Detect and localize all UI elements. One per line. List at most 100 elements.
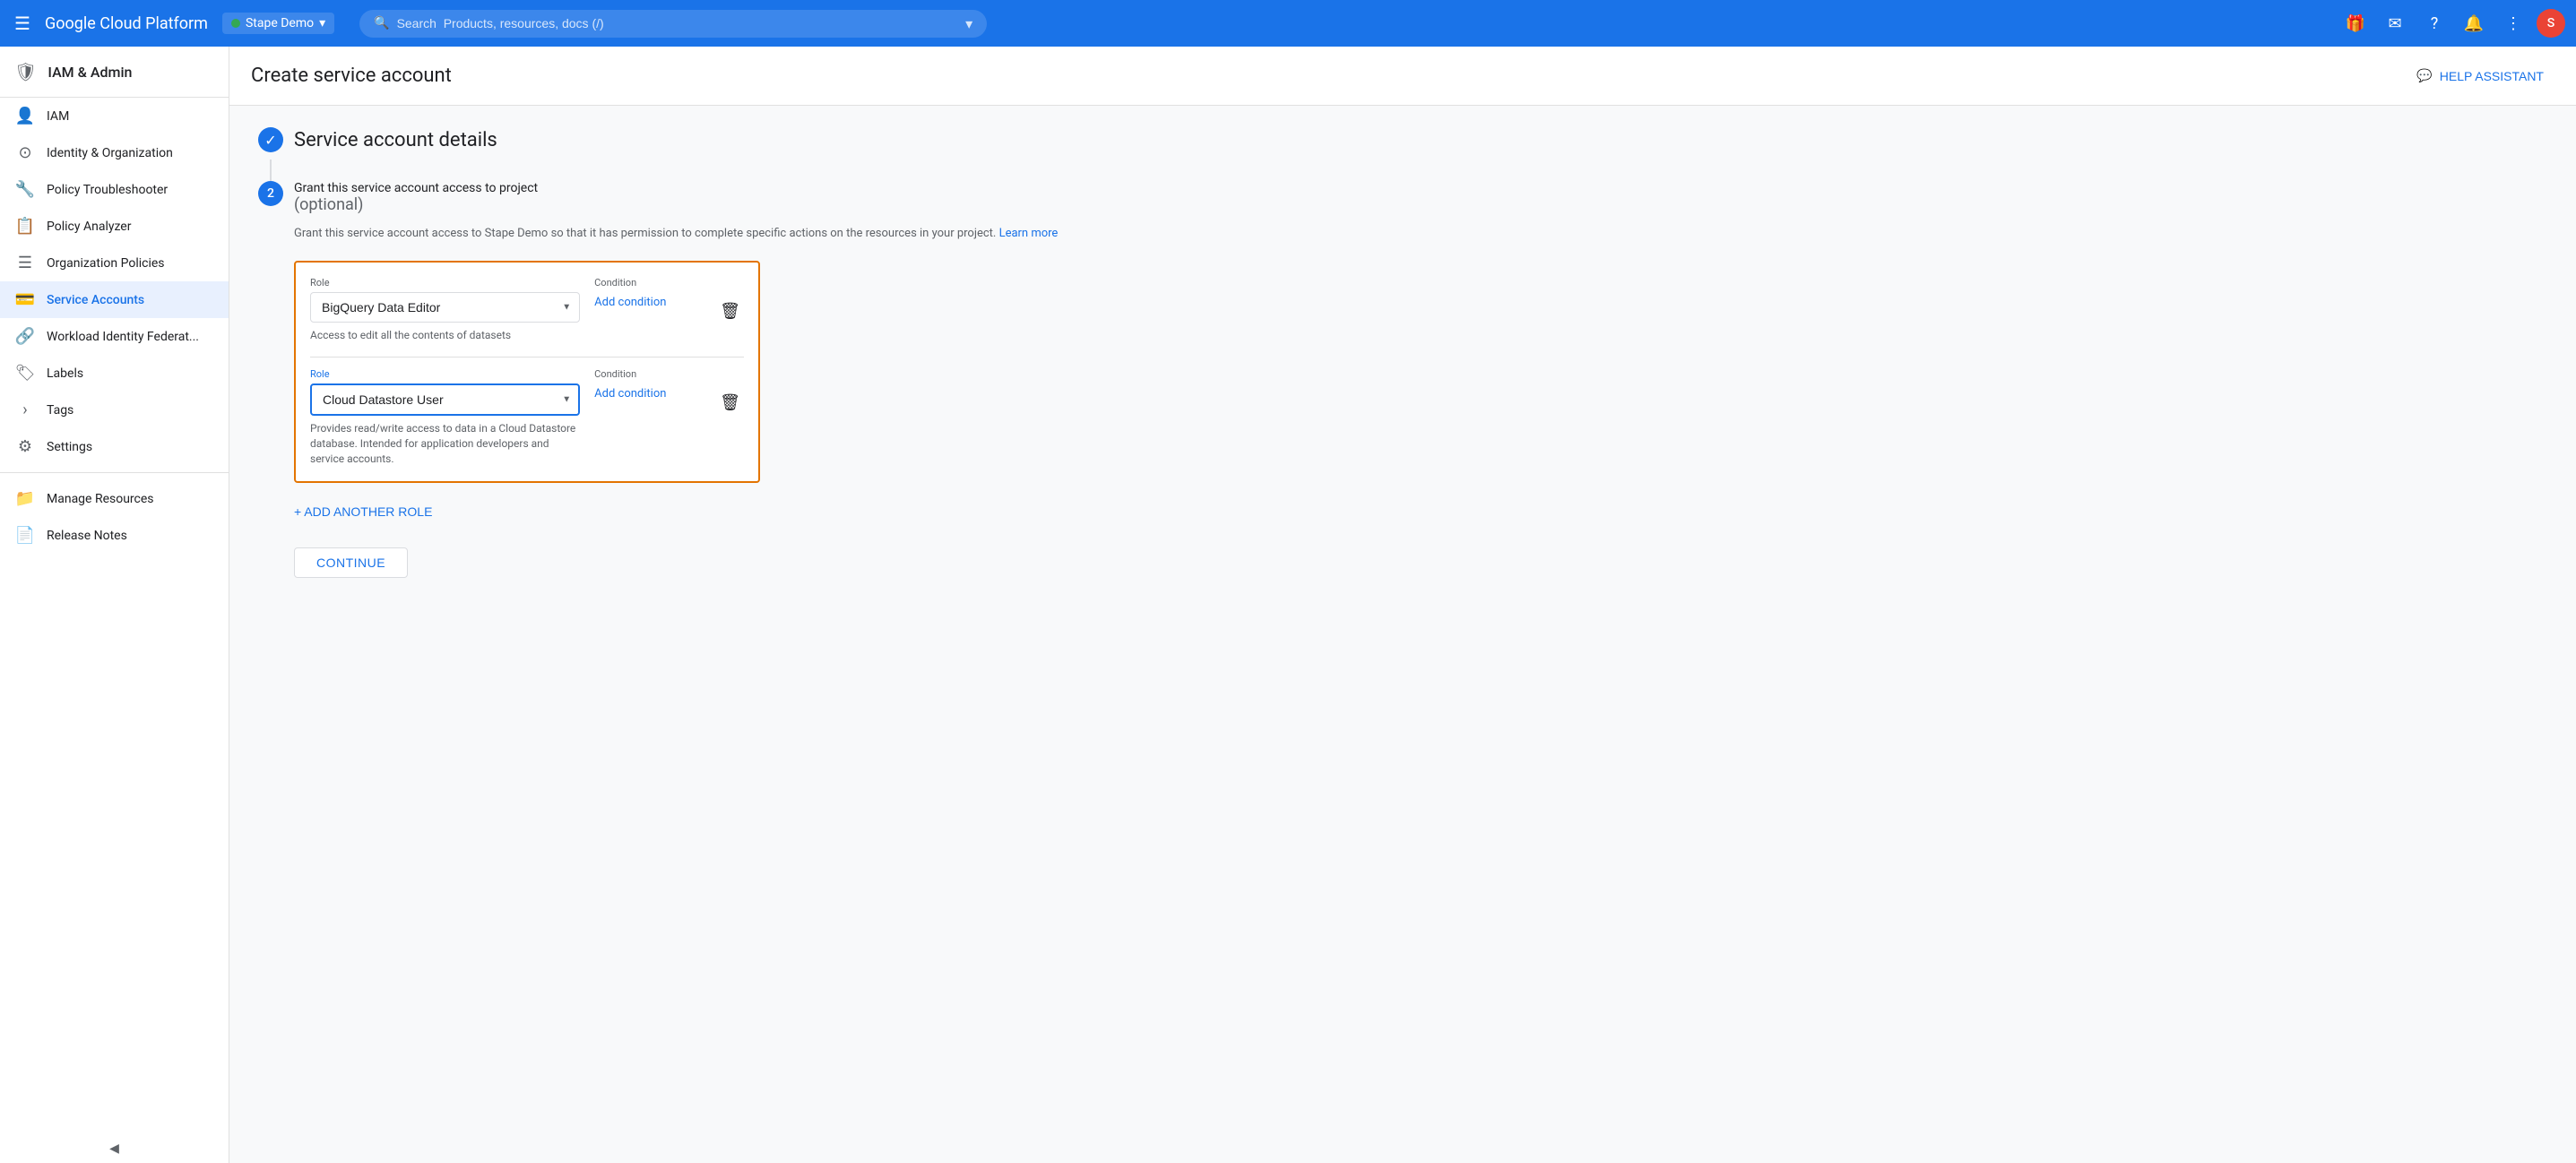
gift-icon[interactable]: 🎁	[2339, 7, 2372, 39]
sidebar-item-policy-analyzer[interactable]: 📋 Policy Analyzer	[0, 208, 229, 245]
condition-field-1: Condition Add condition	[594, 277, 702, 309]
sidebar-item-labels[interactable]: 🏷 Labels	[0, 355, 229, 392]
chevron-down-icon: ▾	[319, 16, 325, 30]
policy-analyzer-icon: 📋	[14, 217, 36, 236]
continue-button[interactable]: CONTINUE	[294, 547, 408, 578]
step1-title: Service account details	[294, 129, 497, 151]
step1-check-icon: ✓	[258, 127, 283, 152]
condition-field-2: Condition Add condition	[594, 368, 702, 401]
role-description-1: Access to edit all the contents of datas…	[310, 328, 580, 343]
role-label-1: Role	[310, 277, 580, 289]
tags-icon: ›	[14, 401, 36, 419]
workload-identity-icon: 🔗	[14, 327, 36, 346]
collapse-icon: ◀	[109, 1141, 119, 1156]
sidebar-item-release-notes-label: Release Notes	[47, 529, 127, 543]
manage-resources-icon: 📁	[14, 489, 36, 508]
help-assistant-button[interactable]: 💬 HELP ASSISTANT	[2406, 61, 2554, 90]
sidebar-item-manage-resources-label: Manage Resources	[47, 492, 154, 506]
add-condition-link-1[interactable]: Add condition	[594, 296, 702, 309]
labels-icon: 🏷	[14, 364, 36, 383]
learn-more-link[interactable]: Learn more	[999, 227, 1059, 240]
sidebar-item-service-accounts[interactable]: 💳 Service Accounts	[0, 281, 229, 318]
iam-icon: 👤	[14, 107, 36, 125]
role-row-1: Role BigQuery Data Editor Access to edit…	[310, 277, 744, 343]
sidebar-item-iam-label: IAM	[47, 109, 69, 124]
help-assistant-label: HELP ASSISTANT	[2440, 69, 2544, 83]
role-separator	[310, 357, 744, 358]
role-field-1: Role BigQuery Data Editor Access to edit…	[310, 277, 580, 343]
page-header: Create service account 💬 HELP ASSISTANT	[229, 47, 2576, 106]
sidebar-item-settings-label: Settings	[47, 440, 92, 454]
step2-title-block: Grant this service account access to pro…	[294, 181, 538, 214]
sidebar-divider	[0, 472, 229, 473]
org-policies-icon: ☰	[14, 254, 36, 272]
sidebar-item-release-notes[interactable]: 📄 Release Notes	[0, 517, 229, 554]
service-accounts-icon: 💳	[14, 290, 36, 309]
sidebar-title: IAM & Admin	[48, 64, 132, 81]
add-another-role-button[interactable]: + ADD ANOTHER ROLE	[294, 497, 432, 526]
sidebar-header: 🛡 IAM & Admin	[0, 47, 229, 98]
page-title: Create service account	[251, 65, 452, 87]
top-navigation: ☰ Google Cloud Platform Stape Demo ▾ 🔍 ▾…	[0, 0, 2576, 47]
condition-label-1: Condition	[594, 277, 702, 289]
nav-icons: 🎁 ✉ ? 🔔 ⋮ S	[2339, 7, 2565, 39]
role-select-2[interactable]: Cloud Datastore User	[310, 383, 580, 416]
help-icon[interactable]: ?	[2418, 7, 2451, 39]
project-selector[interactable]: Stape Demo ▾	[222, 13, 334, 34]
search-chevron-icon: ▾	[965, 15, 972, 32]
sidebar-item-manage-resources[interactable]: 📁 Manage Resources	[0, 480, 229, 517]
avatar[interactable]: S	[2537, 9, 2565, 38]
add-role-label: + ADD ANOTHER ROLE	[294, 504, 432, 519]
sidebar-item-tags[interactable]: › Tags	[0, 392, 229, 428]
sidebar-item-workload-identity[interactable]: 🔗 Workload Identity Federat...	[0, 318, 229, 355]
role-row-2-header: Role Cloud Datastore User Provides read/…	[310, 368, 744, 466]
sidebar: 🛡 IAM & Admin 👤 IAM ⊙ Identity & Organiz…	[0, 47, 229, 1163]
policy-troubleshooter-icon: 🔧	[14, 180, 36, 199]
sidebar-collapse-button[interactable]: ◀	[0, 1134, 229, 1163]
sidebar-item-iam[interactable]: 👤 IAM	[0, 98, 229, 134]
delete-role-1-button[interactable]: 🗑	[716, 298, 744, 324]
sidebar-item-identity-org-label: Identity & Organization	[47, 146, 173, 160]
main-content: Create service account 💬 HELP ASSISTANT …	[229, 47, 2576, 1163]
search-input[interactable]	[397, 16, 959, 30]
sidebar-item-org-policies-label: Organization Policies	[47, 256, 165, 271]
help-assistant-chat-icon: 💬	[2416, 68, 2432, 83]
settings-icon: ⚙	[14, 437, 36, 456]
hamburger-menu[interactable]: ☰	[11, 9, 34, 38]
sidebar-item-org-policies[interactable]: ☰ Organization Policies	[0, 245, 229, 281]
step-connector	[270, 159, 272, 181]
mail-icon[interactable]: ✉	[2379, 7, 2411, 39]
content-area: ✓ Service account details 2 Grant this s…	[229, 106, 2576, 599]
role-field-2: Role Cloud Datastore User Provides read/…	[310, 368, 580, 466]
sidebar-item-settings[interactable]: ⚙ Settings	[0, 428, 229, 465]
more-icon[interactable]: ⋮	[2497, 7, 2529, 39]
add-condition-link-2[interactable]: Add condition	[594, 387, 702, 401]
roles-container: Role BigQuery Data Editor Access to edit…	[294, 261, 760, 483]
step1-header: ✓ Service account details	[258, 127, 2547, 152]
role-select-1[interactable]: BigQuery Data Editor	[310, 292, 580, 323]
sidebar-item-policy-troubleshooter[interactable]: 🔧 Policy Troubleshooter	[0, 171, 229, 208]
search-icon: 🔍	[374, 16, 389, 30]
main-layout: 🛡 IAM & Admin 👤 IAM ⊙ Identity & Organiz…	[0, 47, 2576, 1163]
role-description-2: Provides read/write access to data in a …	[310, 421, 580, 466]
role-row-2: Role Cloud Datastore User Provides read/…	[310, 368, 744, 466]
role-label-2: Role	[310, 368, 580, 380]
sidebar-item-policy-troubleshooter-label: Policy Troubleshooter	[47, 183, 168, 197]
notifications-icon[interactable]: 🔔	[2458, 7, 2490, 39]
step2-description-text: Grant this service account access to Sta…	[294, 227, 996, 240]
identity-org-icon: ⊙	[14, 143, 36, 162]
role-select-wrapper-1: BigQuery Data Editor	[310, 292, 580, 323]
sidebar-item-tags-label: Tags	[47, 403, 73, 418]
role-select-wrapper-2: Cloud Datastore User	[310, 383, 580, 416]
sidebar-item-service-accounts-label: Service Accounts	[47, 293, 144, 307]
sidebar-item-policy-analyzer-label: Policy Analyzer	[47, 220, 131, 234]
step2-header: 2 Grant this service account access to p…	[258, 181, 2547, 214]
release-notes-icon: 📄	[14, 526, 36, 545]
sidebar-item-identity-org[interactable]: ⊙ Identity & Organization	[0, 134, 229, 171]
delete-role-2-button[interactable]: 🗑	[716, 390, 744, 416]
sidebar-item-labels-label: Labels	[47, 366, 83, 381]
role-row-1-header: Role BigQuery Data Editor Access to edit…	[310, 277, 744, 343]
search-bar[interactable]: 🔍 ▾	[359, 10, 987, 38]
step2-title: Grant this service account access to pro…	[294, 181, 538, 214]
condition-label-2: Condition	[594, 368, 702, 380]
